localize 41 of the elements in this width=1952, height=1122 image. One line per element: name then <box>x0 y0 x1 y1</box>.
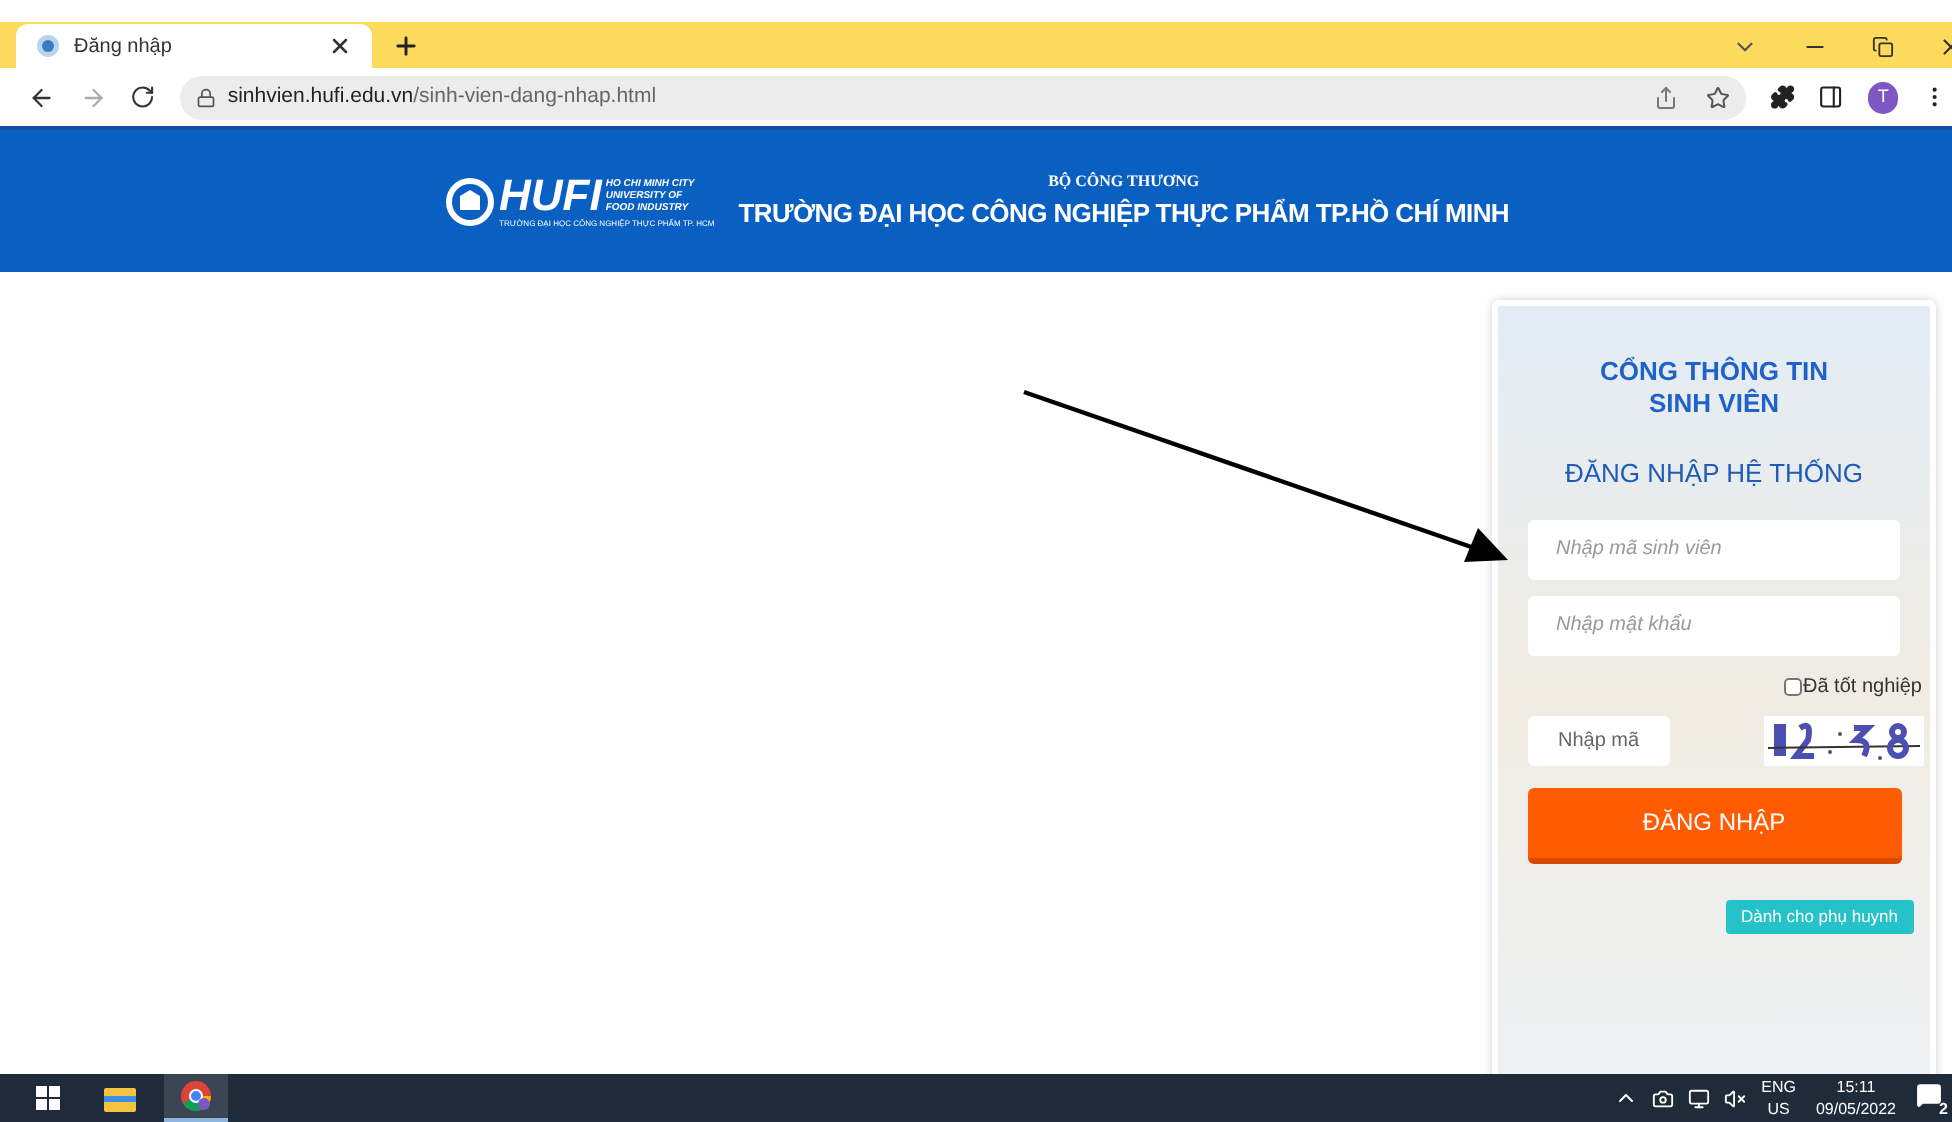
address-bar[interactable]: sinhvien.hufi.edu.vn/sinh-vien-dang-nhap.html <box>179 75 1746 119</box>
school-name: TRƯỜNG ĐẠI HỌC CÔNG NGHIỆP THỰC PHẨM TP.HỒ CHÍ MINH <box>738 195 1509 232</box>
notification-count: 2 <box>1939 1102 1948 1118</box>
clock-date: 09/05/2022 <box>1815 1098 1896 1120</box>
clock[interactable]: 15:11 09/05/2022 <box>1815 1076 1896 1120</box>
bookmark-star-icon[interactable] <box>1705 85 1730 109</box>
password-field[interactable]: Nhập mật khẩu <box>1528 595 1900 655</box>
back-icon[interactable] <box>28 83 56 111</box>
login-subtitle: ĐĂNG NHẬP HỆ THỐNG <box>1564 456 1864 492</box>
language-code: ENG <box>1761 1076 1796 1098</box>
tab-title: Đăng nhập <box>74 33 174 61</box>
side-panel-icon[interactable] <box>1818 84 1844 110</box>
reload-icon[interactable] <box>130 84 156 110</box>
muted-speaker-icon[interactable] <box>1723 1087 1746 1109</box>
url-text: sinhvien.hufi.edu.vn/sinh-vien-dang-nhap.html <box>227 81 659 112</box>
student-id-field[interactable]: Nhập mã sinh viên <box>1528 519 1900 579</box>
lock-icon <box>195 87 216 107</box>
windows-start-icon[interactable] <box>36 1086 60 1110</box>
clock-time: 15:11 <box>1836 1076 1876 1098</box>
notification-icon[interactable] <box>1916 1082 1942 1108</box>
new-tab-icon[interactable] <box>392 32 420 60</box>
captcha-field[interactable]: Nhập mã <box>1528 715 1670 765</box>
region-code: US <box>1767 1098 1790 1120</box>
language-indicator[interactable]: ENG US <box>1761 1076 1796 1120</box>
extensions-icon[interactable] <box>1769 84 1795 110</box>
close-icon[interactable] <box>328 34 352 58</box>
camera-icon[interactable] <box>1651 1087 1674 1109</box>
portal-title: CỔNG THÔNG TIN SINH VIÊN <box>1597 356 1831 420</box>
graduated-label: Đã tốt nghiệp <box>1803 673 1922 701</box>
share-icon[interactable] <box>1653 85 1678 109</box>
ministry-name: BỘ CÔNG THƯƠNG <box>1048 169 1200 194</box>
globe-icon <box>36 34 60 58</box>
restore-icon[interactable] <box>1872 36 1894 58</box>
crest-icon <box>443 175 495 227</box>
taskbar-app-button[interactable] <box>164 1074 228 1122</box>
graduated-checkbox[interactable] <box>1783 677 1801 695</box>
folder-icon[interactable] <box>104 1085 136 1111</box>
chrome-icon <box>180 1080 212 1112</box>
profile-avatar[interactable]: T <box>1867 81 1899 113</box>
logo-wordmark: HUFI <box>499 174 602 218</box>
browser-tab[interactable]: Đăng nhập <box>16 24 372 68</box>
